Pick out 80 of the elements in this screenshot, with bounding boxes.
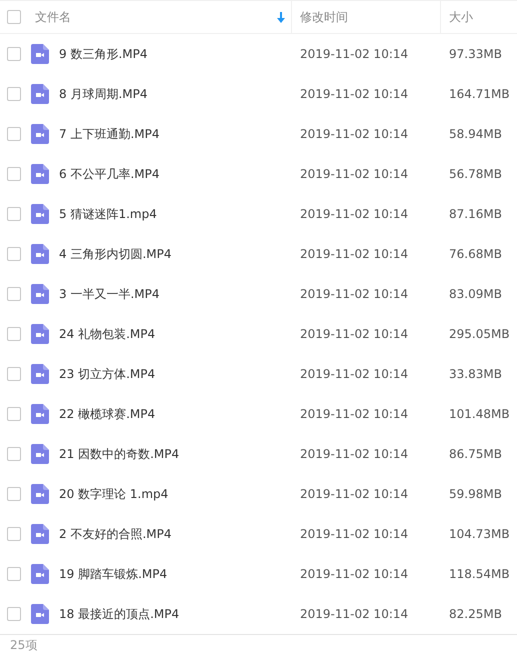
video-file-icon bbox=[31, 404, 49, 424]
file-size: 86.75MB bbox=[448, 447, 502, 461]
row-checkbox[interactable] bbox=[6, 607, 20, 621]
file-name[interactable]: 23 切立方体.MP4 bbox=[59, 366, 156, 382]
file-size: 59.98MB bbox=[448, 487, 502, 501]
file-size: 83.09MB bbox=[448, 287, 502, 301]
column-header[interactable]: 大小 bbox=[441, 1, 517, 33]
modified-time: 2019-11-02 10:14 bbox=[299, 367, 410, 381]
modified-time: 2019-11-02 10:14 bbox=[299, 327, 410, 341]
video-file-icon bbox=[31, 164, 49, 184]
row-checkbox[interactable] bbox=[6, 47, 20, 61]
row-checkbox[interactable] bbox=[6, 127, 20, 141]
modified-time: 2019-11-02 10:14 bbox=[299, 247, 410, 261]
row-checkbox[interactable] bbox=[6, 447, 20, 461]
modified-time: 2019-11-02 10:14 bbox=[299, 607, 410, 621]
modified-time: 2019-11-02 10:14 bbox=[299, 447, 410, 461]
video-file-icon bbox=[31, 364, 49, 384]
file-size: 87.16MB bbox=[448, 207, 502, 221]
file-name[interactable]: 24 礼物包装.MP4 bbox=[59, 326, 156, 342]
video-file-icon bbox=[31, 44, 49, 64]
row-checkbox[interactable] bbox=[6, 247, 20, 261]
file-name[interactable]: 5 猜谜迷阵1.mp4 bbox=[59, 206, 157, 222]
modified-time: 2019-11-02 10:14 bbox=[299, 167, 410, 181]
row-checkbox[interactable] bbox=[6, 207, 20, 221]
modified-time: 2019-11-02 10:14 bbox=[299, 527, 410, 541]
video-file-icon bbox=[31, 564, 49, 584]
modified-time: 2019-11-02 10:14 bbox=[299, 487, 410, 501]
file-size: 295.05MB bbox=[448, 327, 510, 341]
video-file-icon bbox=[31, 484, 49, 504]
column-header[interactable]: 修改时间 bbox=[292, 1, 441, 33]
file-name[interactable]: 7 上下班通勤.MP4 bbox=[59, 126, 160, 142]
video-file-icon bbox=[31, 444, 49, 464]
file-name[interactable]: 22 橄榄球赛.MP4 bbox=[59, 406, 156, 422]
video-file-icon bbox=[31, 284, 49, 304]
modified-time: 2019-11-02 10:14 bbox=[299, 127, 410, 141]
row-checkbox[interactable] bbox=[6, 167, 20, 181]
file-name[interactable]: 18 最接近的顶点.MP4 bbox=[59, 606, 180, 622]
item-count: 25项 bbox=[10, 637, 38, 654]
video-file-icon bbox=[31, 204, 49, 224]
file-size: 82.25MB bbox=[448, 607, 502, 621]
video-file-icon bbox=[31, 244, 49, 264]
file-size: 97.33MB bbox=[448, 47, 502, 61]
row-checkbox[interactable] bbox=[6, 87, 20, 101]
row-checkbox[interactable] bbox=[6, 367, 20, 381]
row-checkbox[interactable] bbox=[6, 327, 20, 341]
modified-time: 2019-11-02 10:14 bbox=[299, 47, 410, 61]
modified-time: 2019-11-02 10:14 bbox=[299, 87, 410, 101]
video-file-icon bbox=[31, 524, 49, 544]
file-name[interactable]: 20 数字理论 1.mp4 bbox=[59, 486, 168, 502]
file-size: 58.94MB bbox=[448, 127, 502, 141]
file-size: 104.73MB bbox=[448, 527, 510, 541]
modified-time: 2019-11-02 10:14 bbox=[299, 207, 410, 221]
modified-time: 2019-11-02 10:14 bbox=[299, 407, 410, 421]
file-name[interactable]: 9 数三角形.MP4 bbox=[59, 46, 148, 62]
video-file-icon bbox=[31, 604, 49, 624]
column-header[interactable]: 文件名 bbox=[27, 1, 292, 33]
file-name[interactable]: 21 因数中的奇数.MP4 bbox=[59, 446, 180, 462]
file-size: 56.78MB bbox=[448, 167, 502, 181]
file-name[interactable]: 6 不公平几率.MP4 bbox=[59, 166, 160, 182]
row-checkbox[interactable] bbox=[6, 487, 20, 501]
file-name[interactable]: 3 一半又一半.MP4 bbox=[59, 286, 160, 302]
modified-time: 2019-11-02 10:14 bbox=[299, 567, 410, 581]
row-checkbox[interactable] bbox=[6, 567, 20, 581]
row-checkbox[interactable] bbox=[6, 407, 20, 421]
file-name[interactable]: 8 月球周期.MP4 bbox=[59, 86, 148, 102]
video-file-icon bbox=[31, 324, 49, 344]
modified-time: 2019-11-02 10:14 bbox=[299, 287, 410, 301]
video-file-icon bbox=[31, 124, 49, 144]
file-size: 101.48MB bbox=[448, 407, 510, 421]
file-name[interactable]: 4 三角形内切圆.MP4 bbox=[59, 246, 172, 262]
file-name[interactable]: 19 脚踏车锻炼.MP4 bbox=[59, 566, 168, 582]
file-name[interactable]: 2 不友好的合照.MP4 bbox=[59, 526, 172, 542]
row-checkbox[interactable] bbox=[6, 527, 20, 541]
file-size: 164.71MB bbox=[448, 87, 510, 101]
select-all-checkbox[interactable] bbox=[6, 10, 20, 24]
video-file-icon bbox=[31, 84, 49, 104]
file-size: 118.54MB bbox=[448, 567, 510, 581]
row-checkbox[interactable] bbox=[6, 287, 20, 301]
file-size: 33.83MB bbox=[448, 367, 502, 381]
file-size: 76.68MB bbox=[448, 247, 502, 261]
